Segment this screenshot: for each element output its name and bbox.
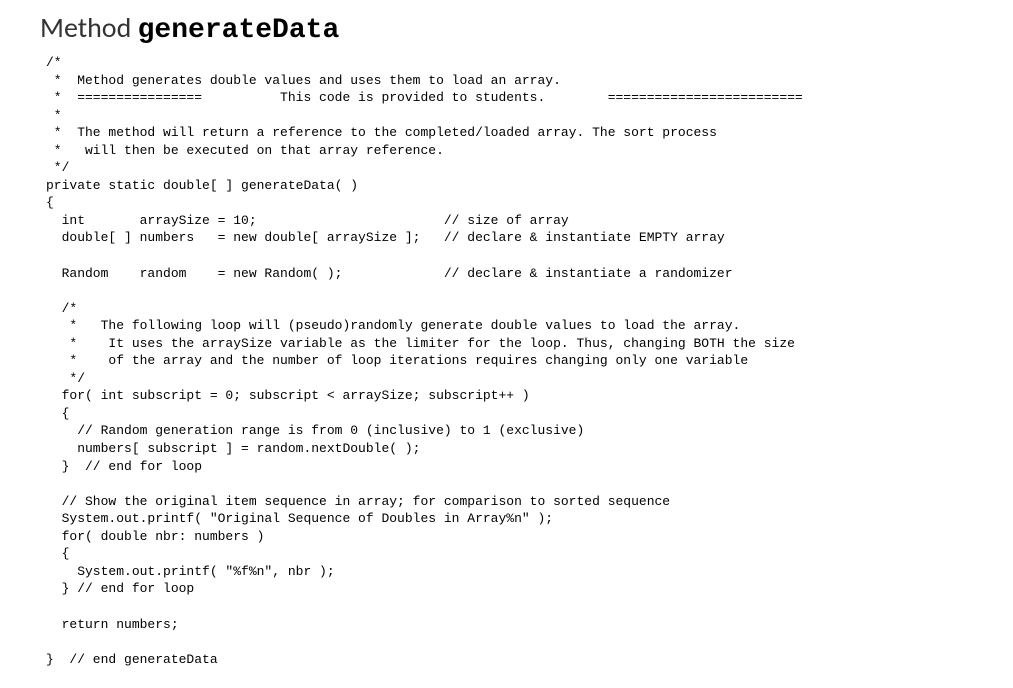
method-name: generateData xyxy=(138,15,340,46)
code-snippet: /* * Method generates double values and … xyxy=(40,54,993,668)
title-prefix: Method xyxy=(40,10,138,45)
page-title: Method generateData xyxy=(40,10,993,46)
